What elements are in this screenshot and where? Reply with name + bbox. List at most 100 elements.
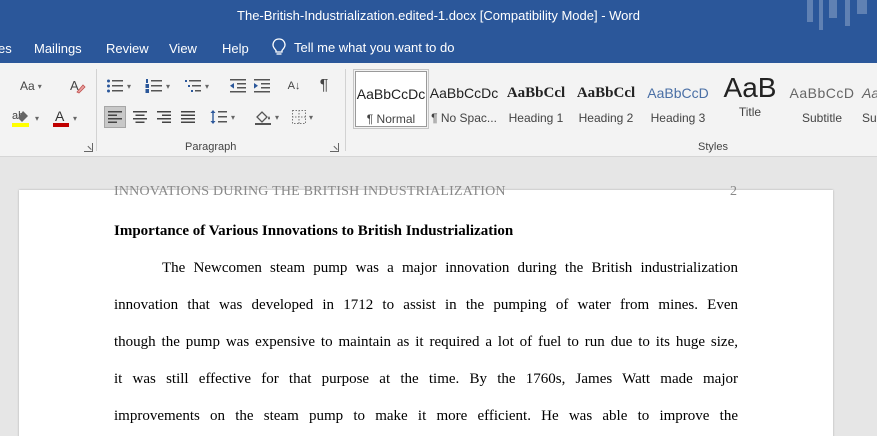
- chevron-down-icon: ▾: [275, 112, 280, 122]
- borders-icon: [292, 110, 306, 124]
- align-left-button[interactable]: [104, 106, 126, 128]
- style-heading-1[interactable]: AaBbCcl Heading 1: [500, 71, 572, 127]
- decrease-indent-button[interactable]: [229, 77, 247, 95]
- chevron-down-icon: ▾: [166, 81, 171, 91]
- text-highlight-color-button[interactable]: ab ▾: [10, 107, 39, 129]
- numbering-button[interactable]: ▾: [145, 77, 170, 95]
- multilevel-list-button[interactable]: ▾: [184, 77, 209, 95]
- numbered-list-icon: [145, 79, 162, 93]
- tell-me-text: Tell me what you want to do: [294, 39, 455, 55]
- tell-me-box[interactable]: Tell me what you want to do: [272, 38, 454, 56]
- paragraph-dialog-launcher-icon[interactable]: [330, 143, 339, 152]
- justify-button[interactable]: [179, 106, 197, 128]
- chevron-down-icon: ▾: [231, 112, 236, 122]
- align-center-button[interactable]: [131, 106, 149, 128]
- sort-icon: A↓: [287, 80, 301, 92]
- line-spacing-icon: [210, 110, 227, 124]
- tab-references[interactable]: es: [0, 41, 12, 56]
- font-color-button[interactable]: A ▾: [52, 107, 77, 129]
- style-label: Heading 3: [650, 111, 706, 125]
- show-formatting-marks-button[interactable]: ¶: [315, 75, 333, 97]
- change-case-glyph: Aa: [20, 79, 35, 93]
- paragraph-line: improvements on the steam pump to make i…: [114, 408, 738, 424]
- style-preview: AaBbCcD: [862, 85, 877, 101]
- chevron-down-icon: ▾: [205, 81, 210, 91]
- style-preview: AaBbCcl: [576, 85, 636, 101]
- ribbon: Aa ▾ A ab ▾ A ▾ ▾ ▾ ▾ A↓ ¶ ▾ ▾ ▾ Paragra…: [0, 63, 877, 157]
- multilevel-list-icon: [185, 80, 201, 92]
- ribbon-tabs: es Mailings Review View Help Tell me wha…: [0, 33, 877, 63]
- justify-icon: [181, 111, 195, 123]
- svg-text:A: A: [55, 108, 65, 124]
- style-label: Subtitle: [801, 111, 843, 125]
- paragraph-line: it was still effective for that purpose …: [114, 371, 738, 387]
- styles-group-label: Styles: [698, 141, 728, 153]
- group-separator: [345, 69, 346, 151]
- style-normal[interactable]: AaBbCcDc ¶ Normal: [353, 69, 429, 129]
- paragraph-line: though the pump was expensive to maintai…: [114, 334, 738, 350]
- style-no-spacing[interactable]: AaBbCcDc ¶ No Spac...: [428, 71, 500, 127]
- window-title: The-British-Industrialization.edited-1.d…: [237, 8, 640, 23]
- align-right-button[interactable]: [155, 106, 173, 128]
- increase-indent-icon: [254, 79, 270, 93]
- title-bar: The-British-Industrialization.edited-1.d…: [0, 0, 877, 33]
- style-preview: AaBbCcl: [506, 85, 566, 101]
- align-left-icon: [108, 111, 122, 123]
- title-bar-decoration: [807, 0, 867, 30]
- style-preview: AaBbCcDc: [429, 85, 499, 101]
- style-heading-2[interactable]: AaBbCcl Heading 2: [570, 71, 642, 127]
- style-preview: AaB: [723, 73, 777, 103]
- style-label: Heading 1: [508, 111, 564, 125]
- style-title[interactable]: AaB Title: [714, 71, 786, 127]
- sort-button[interactable]: A↓: [284, 75, 304, 97]
- font-dialog-launcher-icon[interactable]: [84, 143, 93, 152]
- style-heading-3[interactable]: AaBbCcD Heading 3: [642, 71, 714, 127]
- style-subtitle[interactable]: AaBbCcD Subtitle: [786, 71, 858, 127]
- chevron-down-icon: ▾: [35, 113, 40, 123]
- font-color-icon: A: [53, 108, 69, 127]
- bullets-button[interactable]: ▾: [106, 77, 131, 95]
- increase-indent-button[interactable]: [253, 77, 271, 95]
- running-header: INNOVATIONS DURING THE BRITISH INDUSTRIA…: [114, 184, 506, 199]
- chevron-down-icon: ▾: [309, 112, 314, 122]
- shading-button[interactable]: ▾: [254, 106, 279, 128]
- page-number: 2: [730, 184, 737, 199]
- borders-button[interactable]: ▾: [292, 106, 313, 128]
- paragraph-line: The Newcomen steam pump was a major inno…: [162, 260, 738, 276]
- paragraph-line: innovation that was developed in 1712 to…: [114, 297, 738, 313]
- document-body[interactable]: Importance of Various Innovations to Bri…: [114, 220, 738, 436]
- clear-formatting-button[interactable]: A: [68, 77, 86, 95]
- tab-review[interactable]: Review: [106, 41, 149, 56]
- section-heading: Importance of Various Innovations to Bri…: [114, 223, 514, 239]
- paint-bucket-icon: [255, 111, 271, 125]
- style-label: ¶ Normal: [366, 112, 416, 126]
- paragraph-group-label: Paragraph: [185, 141, 237, 153]
- style-preview: AaBbCcD: [647, 85, 709, 101]
- style-label: Heading 2: [578, 111, 634, 125]
- chevron-down-icon: ▾: [127, 81, 132, 91]
- pilcrow-icon: ¶: [319, 77, 329, 94]
- bullet-list-icon: [107, 79, 123, 93]
- line-spacing-button[interactable]: ▾: [210, 106, 235, 128]
- tab-help[interactable]: Help: [222, 41, 249, 56]
- lightbulb-icon: [272, 38, 286, 55]
- style-label: ¶ No Spac...: [431, 111, 497, 125]
- tab-view[interactable]: View: [169, 41, 197, 56]
- align-center-icon: [133, 111, 147, 123]
- clear-formatting-icon: A: [70, 78, 86, 94]
- chevron-down-icon: ▾: [73, 113, 78, 123]
- chevron-down-icon: ▾: [37, 81, 42, 91]
- change-case-button[interactable]: Aa ▾: [20, 77, 42, 95]
- decrease-indent-icon: [230, 79, 246, 93]
- document-area: INNOVATIONS DURING THE BRITISH INDUSTRIA…: [0, 158, 877, 436]
- document-page[interactable]: INNOVATIONS DURING THE BRITISH INDUSTRIA…: [19, 184, 833, 436]
- align-right-icon: [157, 111, 171, 123]
- style-label: Su: [862, 111, 877, 125]
- style-preview: AaBbCcDc: [356, 86, 426, 102]
- highlighter-icon: ab: [12, 110, 29, 127]
- style-label: Title: [738, 105, 762, 119]
- group-separator: [96, 69, 97, 151]
- style-preview: AaBbCcD: [789, 85, 855, 101]
- style-subtle-emphasis[interactable]: AaBbCcD Su: [858, 71, 877, 127]
- tab-mailings[interactable]: Mailings: [34, 41, 82, 56]
